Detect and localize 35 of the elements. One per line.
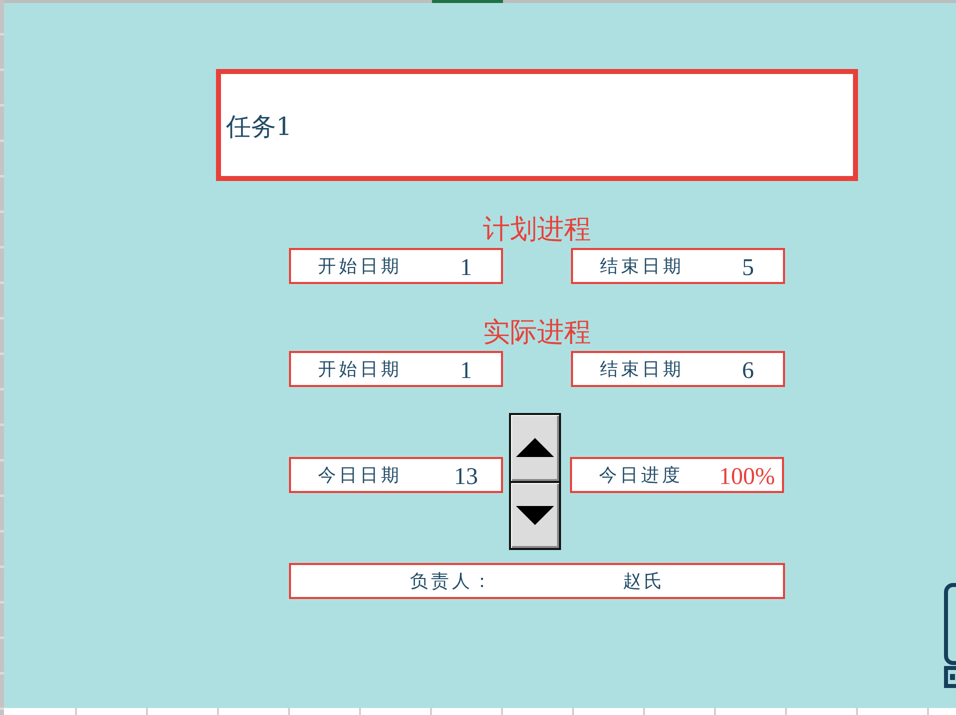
field-label: 今日进度 (599, 464, 684, 487)
field-label: 开始日期 (318, 255, 403, 278)
column-header[interactable] (148, 0, 219, 3)
section-heading: 实际进程 (483, 318, 591, 348)
spin-down-button[interactable] (511, 482, 559, 548)
owner-name: 赵氏 (623, 570, 665, 593)
field-label: 结束日期 (600, 255, 685, 278)
field-value: 1 (459, 254, 473, 282)
owner-label: 负责人： (410, 570, 495, 593)
column-header[interactable] (645, 0, 716, 3)
field-value: 6 (741, 356, 755, 384)
task-title: 任务1 (226, 112, 292, 142)
frame-icon (944, 583, 956, 688)
column-header[interactable] (503, 0, 574, 3)
field-value: 5 (741, 254, 755, 282)
column-header[interactable] (858, 0, 929, 3)
field-label: 开始日期 (318, 358, 403, 381)
field-label: 结束日期 (600, 358, 685, 381)
field-value: 13 (453, 462, 479, 490)
column-header[interactable] (361, 0, 432, 3)
triangle-down-icon (516, 506, 554, 525)
column-header[interactable] (574, 0, 645, 3)
triangle-up-icon (516, 438, 554, 458)
column-header[interactable] (787, 0, 858, 3)
section-heading: 计划进程 (483, 215, 591, 245)
field-value: 1 (459, 356, 473, 384)
column-header[interactable] (290, 0, 361, 3)
column-header[interactable] (219, 0, 290, 3)
column-header[interactable] (432, 0, 503, 3)
column-header[interactable] (77, 0, 148, 3)
field-label: 今日日期 (318, 464, 403, 487)
field-value: 100% (718, 462, 776, 490)
column-header[interactable] (4, 0, 77, 3)
spin-up-button[interactable] (511, 415, 559, 480)
column-header[interactable] (716, 0, 787, 3)
